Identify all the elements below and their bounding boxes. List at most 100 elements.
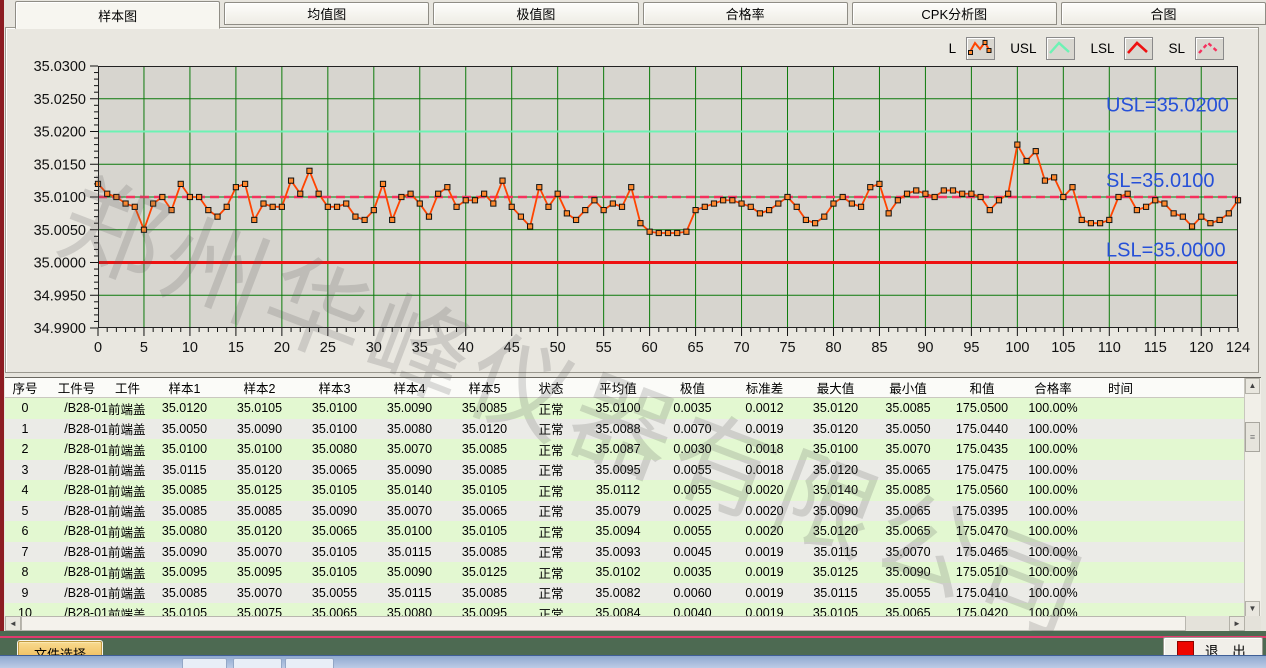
svg-text:35.0250: 35.0250 [34, 92, 86, 108]
column-header[interactable] [1154, 378, 1218, 398]
column-header[interactable]: 工件号 [45, 378, 108, 398]
scroll-down-icon[interactable]: ▼ [1245, 601, 1260, 617]
column-header[interactable]: 平均值 [580, 378, 656, 398]
table-cell [1218, 583, 1244, 604]
svg-text:50: 50 [550, 340, 566, 356]
scroll-up-icon[interactable]: ▲ [1245, 378, 1260, 394]
table-cell: 175.0435 [945, 439, 1019, 460]
horizontal-scroll-thumb[interactable] [21, 616, 1186, 631]
tab-range-chart[interactable]: 极值图 [433, 2, 638, 25]
svg-text:70: 70 [733, 340, 749, 356]
legend-label-l: L [949, 41, 957, 56]
table-cell: 6 [5, 521, 45, 542]
table-vertical-scrollbar[interactable]: ▲ ≡ ▼ [1244, 378, 1261, 617]
table-horizontal-scrollbar[interactable]: ◄ ► [5, 616, 1245, 631]
table-cell [1218, 562, 1244, 583]
table-cell: 35.0080 [372, 603, 447, 617]
table-row[interactable]: 7/B28-01前端盖35.009035.007035.010535.01153… [5, 542, 1244, 563]
table-cell [1154, 419, 1218, 440]
table-cell: 35.0105 [447, 480, 522, 501]
table-row[interactable]: 8/B28-01前端盖35.009535.009535.010535.00903… [5, 562, 1244, 583]
table-cell: 35.0120 [800, 419, 871, 440]
table-cell: 前端盖 [108, 501, 147, 522]
table-cell [1154, 603, 1218, 617]
table-cell: 35.0085 [447, 460, 522, 481]
scroll-right-icon[interactable]: ► [1229, 616, 1245, 631]
table-cell: 正常 [522, 398, 580, 419]
table-cell: 0.0055 [656, 460, 729, 481]
svg-text:5: 5 [140, 340, 148, 356]
table-cell: 35.0100 [580, 398, 656, 419]
column-header[interactable]: 最大值 [800, 378, 871, 398]
table-cell: 4 [5, 480, 45, 501]
tab-sample-chart[interactable]: 样本图 [15, 1, 220, 29]
table-cell: 35.0090 [372, 398, 447, 419]
tab-pass-rate[interactable]: 合格率 [643, 2, 848, 25]
scroll-left-icon[interactable]: ◄ [5, 616, 21, 631]
table-cell: 35.0100 [800, 439, 871, 460]
table-cell: 35.0105 [222, 398, 297, 419]
table-cell: 35.0085 [871, 398, 945, 419]
table-cell: 35.0140 [372, 480, 447, 501]
table-row[interactable]: 4/B28-01前端盖35.008535.012535.010535.01403… [5, 480, 1244, 501]
table-cell: 0.0045 [656, 542, 729, 563]
table-cell: 35.0070 [372, 439, 447, 460]
tab-combined-chart[interactable]: 合图 [1061, 2, 1266, 25]
table-row[interactable]: 10/B28-01前端盖35.010535.007535.006535.0080… [5, 603, 1244, 617]
table-cell: /B28-01 [45, 603, 108, 617]
taskbar-button[interactable] [233, 658, 282, 668]
table-cell: /B28-01 [45, 583, 108, 604]
tab-cpk-analysis[interactable]: CPK分析图 [852, 2, 1057, 25]
table-row[interactable]: 5/B28-01前端盖35.008535.008535.009035.00703… [5, 501, 1244, 522]
lsl-line-icon [1124, 37, 1153, 60]
taskbar-button[interactable] [182, 658, 227, 668]
table-cell [1087, 542, 1154, 563]
table-cell [1087, 562, 1154, 583]
vertical-scroll-thumb[interactable]: ≡ [1245, 422, 1260, 452]
table-cell: 0.0025 [656, 501, 729, 522]
table-cell: 35.0105 [147, 603, 222, 617]
table-cell: 35.0070 [871, 439, 945, 460]
table-cell: 35.0065 [871, 501, 945, 522]
column-header[interactable]: 和值 [945, 378, 1019, 398]
legend-label-sl: SL [1168, 41, 1185, 56]
table-cell: 正常 [522, 419, 580, 440]
column-header[interactable]: 样本1 [147, 378, 222, 398]
column-header[interactable]: 合格率 [1019, 378, 1087, 398]
table-cell: 0.0019 [729, 542, 800, 563]
table-cell: 0.0019 [729, 603, 800, 617]
column-header[interactable]: 工件 [108, 378, 147, 398]
table-row[interactable]: 3/B28-01前端盖35.011535.012035.006535.00903… [5, 460, 1244, 481]
column-header[interactable]: 时间 [1087, 378, 1154, 398]
tab-mean-chart[interactable]: 均值图 [224, 2, 429, 25]
column-header[interactable]: 最小值 [871, 378, 945, 398]
column-header[interactable]: 状态 [522, 378, 580, 398]
table-cell: /B28-01 [45, 480, 108, 501]
table-cell [1218, 603, 1244, 617]
table-cell [1087, 603, 1154, 617]
svg-text:100: 100 [1005, 340, 1029, 356]
table-cell: 35.0079 [580, 501, 656, 522]
column-header[interactable]: 极值 [656, 378, 729, 398]
table-row[interactable]: 0/B28-01前端盖35.012035.010535.010035.00903… [5, 398, 1244, 419]
column-header[interactable]: 样本3 [297, 378, 372, 398]
table-cell: 35.0090 [372, 460, 447, 481]
column-header[interactable]: 样本5 [447, 378, 522, 398]
table-cell: /B28-01 [45, 501, 108, 522]
column-header[interactable]: 样本2 [222, 378, 297, 398]
table-row[interactable]: 6/B28-01前端盖35.008035.012035.006535.01003… [5, 521, 1244, 542]
table-cell: 35.0085 [447, 439, 522, 460]
table-row[interactable]: 9/B28-01前端盖35.008535.007035.005535.01153… [5, 583, 1244, 604]
table-cell: 35.0115 [800, 542, 871, 563]
svg-text:90: 90 [917, 340, 933, 356]
column-header[interactable]: 样本4 [372, 378, 447, 398]
column-header[interactable]: 标准差 [729, 378, 800, 398]
table-row[interactable]: 1/B28-01前端盖35.005035.009035.010035.00803… [5, 419, 1244, 440]
table-row[interactable]: 2/B28-01前端盖35.010035.010035.008035.00703… [5, 439, 1244, 460]
column-header[interactable]: 序号 [5, 378, 45, 398]
table-cell: 175.0510 [945, 562, 1019, 583]
table-cell: 100.00% [1019, 460, 1087, 481]
column-header[interactable] [1218, 378, 1244, 398]
svg-text:35.0200: 35.0200 [34, 125, 86, 141]
taskbar-button[interactable] [285, 658, 334, 668]
